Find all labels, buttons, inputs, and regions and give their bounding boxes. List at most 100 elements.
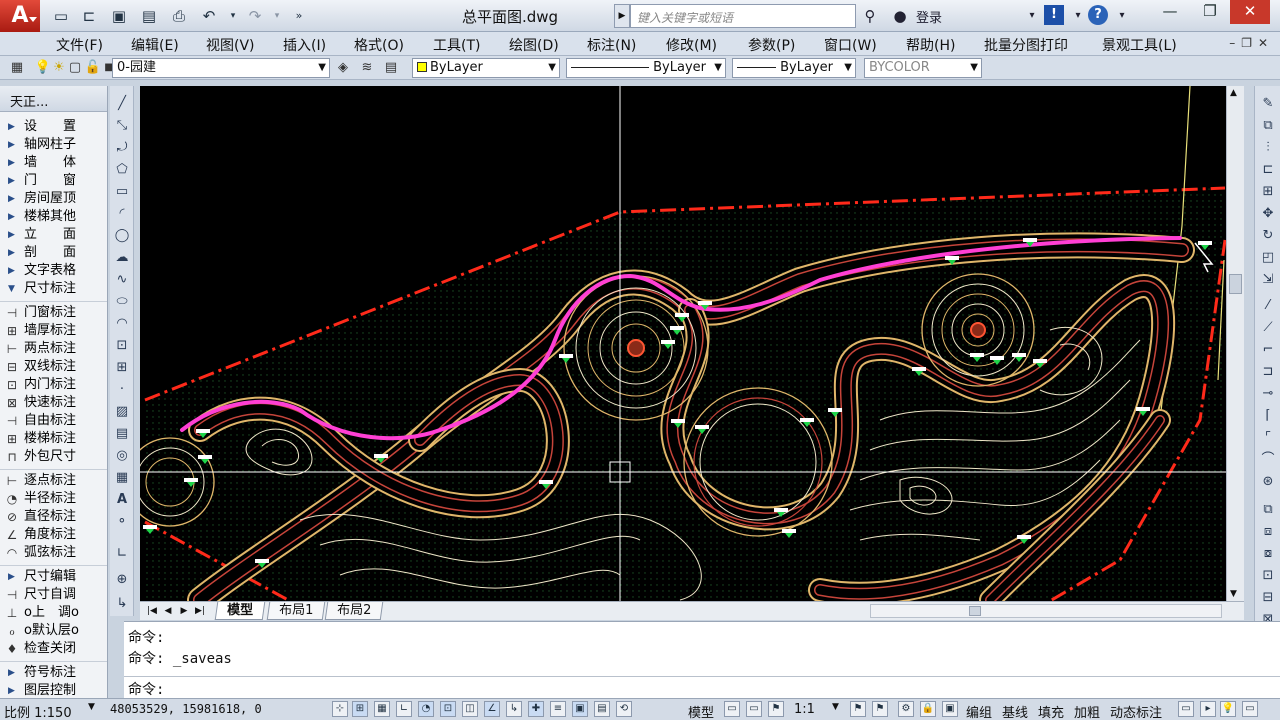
zoom-icon[interactable]: ⊕ (112, 570, 132, 590)
ellipse-arc-icon[interactable]: ◠ (112, 314, 132, 334)
tz-dim-auto[interactable]: ⊣ 尺寸自调 (0, 586, 107, 604)
tz-check-close[interactable]: ♦ 检查关闭 (0, 640, 107, 658)
tz-stairs-dim[interactable]: ⊞ 楼梯标注 (0, 430, 107, 448)
revcloud-icon[interactable]: ☁ (112, 248, 132, 268)
auto-scale-icon[interactable]: ⚑ (850, 701, 866, 717)
tz-item-settings[interactable]: ▶ 设 置 (0, 118, 107, 136)
login-dropdown-icon[interactable]: ▾ (1020, 4, 1044, 28)
status-btn-fill[interactable]: 填充 (1038, 702, 1064, 720)
annotation-scale-dropdown-icon[interactable]: ▼ (832, 702, 839, 712)
menu-help[interactable]: 帮助(H) (906, 35, 955, 55)
new-file-icon[interactable]: ▭ (50, 5, 72, 27)
transparency-icon[interactable]: ▣ (572, 701, 588, 717)
add-selected-icon[interactable]: ⚬ (112, 512, 132, 532)
polygon-icon[interactable]: ⬠ (112, 160, 132, 180)
mirror-icon[interactable]: ⫶ (1258, 138, 1278, 158)
tz-dim-edit[interactable]: ▶ 尺寸编辑 (0, 568, 107, 586)
search-input[interactable]: 键入关键字或短语 (630, 4, 856, 28)
search-expand-button[interactable]: ▶ (614, 4, 630, 28)
tz-wall-thickness-dim[interactable]: ⊞ 墙厚标注 (0, 322, 107, 340)
move-icon[interactable]: ✥ (1258, 204, 1278, 224)
help-dropdown-icon[interactable]: ▾ (1110, 4, 1134, 28)
save-as-icon[interactable]: ▤ (138, 5, 160, 27)
menu-batch-plot[interactable]: 批量分图打印 (984, 35, 1068, 55)
scroll-down-icon[interactable]: ▼ (1230, 589, 1237, 599)
tz-item-text-table[interactable]: ▶ 文字表格 (0, 262, 107, 280)
rectangle-icon[interactable]: ▭ (112, 182, 132, 202)
tz-door-window-dim[interactable]: ⊣ 门窗标注 (0, 304, 107, 322)
status-btn-bold[interactable]: 加粗 (1074, 702, 1100, 720)
tz-item-door-window[interactable]: ▶ 门 窗 (0, 172, 107, 190)
annotation-visibility-icon[interactable]: ⚑ (768, 701, 784, 717)
polar-icon[interactable]: ◔ (418, 701, 434, 717)
tz-radius-dim[interactable]: ◔ 半径标注 (0, 490, 107, 508)
insert-block-icon[interactable]: ⊡ (112, 336, 132, 356)
redo-icon[interactable]: ↷ (244, 5, 266, 27)
menu-parametric[interactable]: 参数(P) (748, 35, 795, 55)
tz-inner-door-dim[interactable]: ⊡ 内门标注 (0, 376, 107, 394)
draworder-front-icon[interactable]: ⧈ (1258, 522, 1278, 542)
isolate-objects-icon[interactable]: ▭ (1178, 701, 1194, 717)
quick-properties-icon[interactable]: ▤ (594, 701, 610, 717)
annotation-auto-icon[interactable]: ⚑ (872, 701, 888, 717)
tz-symbol-annotation[interactable]: ▶ 符号标注 (0, 664, 107, 682)
status-btn-baseline[interactable]: 基线 (1002, 702, 1028, 720)
ortho-icon[interactable]: ∟ (396, 701, 412, 717)
help-icon[interactable]: ? (1088, 5, 1108, 25)
horizontal-scrollbar[interactable] (870, 604, 1222, 618)
lightbulb-icon[interactable]: 💡 (1220, 701, 1236, 717)
construction-line-icon[interactable]: ⤡ (112, 116, 132, 136)
tz-diameter-dim[interactable]: ⊘ 直径标注 (0, 508, 107, 526)
grid-icon[interactable]: ▦ (374, 701, 390, 717)
tz-default-layer[interactable]: ℴ o默认层o (0, 622, 107, 640)
status-btn-dynamic-dim[interactable]: 动态标注 (1110, 702, 1162, 720)
line-icon[interactable]: ╱ (112, 94, 132, 114)
arc-icon[interactable]: ◜ (112, 204, 132, 224)
tz-item-room-roof[interactable]: ▶ 房间屋顶 (0, 190, 107, 208)
tab-layout1[interactable]: 布局1 (266, 602, 326, 620)
first-tab-icon[interactable]: |◀ (144, 603, 160, 619)
trim-icon[interactable]: ⁄ (1258, 296, 1278, 316)
scale-indicator[interactable]: 比例 1:150 (4, 702, 72, 720)
hatch-icon[interactable]: ▨ (112, 402, 132, 422)
menu-file[interactable]: 文件(F) (56, 35, 103, 55)
tab-layout2[interactable]: 布局2 (324, 602, 384, 620)
dyn-icon[interactable]: ✚ (528, 701, 544, 717)
menu-view[interactable]: 视图(V) (206, 35, 255, 55)
chamfer-icon[interactable]: ⌈ (1258, 406, 1278, 426)
rotate-icon[interactable]: ↻ (1258, 226, 1278, 246)
hardware-accel-icon[interactable]: ▣ (942, 701, 958, 717)
close-button[interactable]: ✕ (1230, 0, 1270, 24)
break-icon[interactable]: ⊐ (1258, 362, 1278, 382)
polyline-icon[interactable]: ⤾ (112, 138, 132, 158)
coordinates-readout[interactable]: 48053529, 15981618, 0 (110, 702, 262, 716)
erase-icon[interactable]: ✎ (1258, 94, 1278, 114)
send-under-icon[interactable]: ⊟ (1258, 588, 1278, 608)
copy-icon[interactable]: ⧉ (1258, 116, 1278, 136)
drawing-canvas[interactable] (140, 86, 1226, 601)
undo-icon[interactable]: ↶ (198, 5, 220, 27)
menu-landscape-tools[interactable]: 景观工具(L) (1102, 35, 1177, 55)
tz-item-dimension[interactable]: ▼ 尺寸标注 (0, 280, 107, 298)
join-icon[interactable]: ⊸ (1258, 384, 1278, 404)
print-icon[interactable]: ⎙ (168, 5, 190, 27)
menu-tools[interactable]: 工具(T) (433, 35, 480, 55)
region-icon[interactable]: ◎ (112, 446, 132, 466)
draworder-back-icon[interactable]: ⧇ (1258, 544, 1278, 564)
tz-item-section[interactable]: ▶ 剖 面 (0, 244, 107, 262)
point-icon[interactable]: · (112, 380, 132, 400)
bring-above-icon[interactable]: ⊡ (1258, 566, 1278, 586)
plotstyle-dropdown[interactable]: BYCOLOR ▼ (864, 58, 982, 78)
lineweight-icon[interactable]: ≡ (550, 701, 566, 717)
offset-icon[interactable]: ⊏ (1258, 160, 1278, 180)
lineweight-dropdown[interactable]: ――― ByLayer ▼ (732, 58, 856, 78)
layer-state-icon[interactable]: ▤ (382, 59, 400, 77)
tz-two-point-dim[interactable]: ⊢ 两点标注 (0, 340, 107, 358)
tz-quick-dim[interactable]: ⊠ 快速标注 (0, 394, 107, 412)
scale-dropdown-icon[interactable]: ▼ (88, 702, 95, 712)
explode-icon[interactable]: ⊛ (1258, 472, 1278, 492)
next-tab-icon[interactable]: ▶ (176, 603, 192, 619)
osnap-icon[interactable]: ⊡ (440, 701, 456, 717)
redo-dropdown-icon[interactable]: ▾ (266, 5, 288, 27)
minimize-button[interactable]: — (1150, 0, 1190, 24)
